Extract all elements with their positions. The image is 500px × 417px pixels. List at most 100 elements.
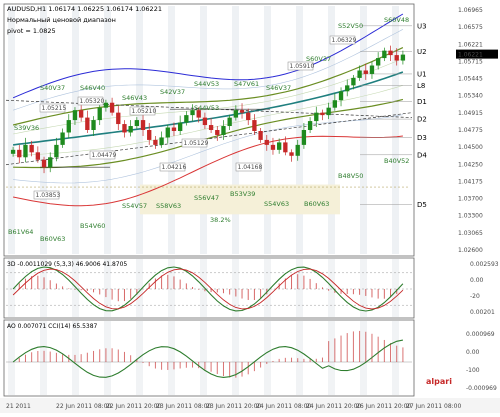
candle-body [338, 91, 344, 101]
candle-body [140, 120, 146, 130]
candle-body [10, 149, 16, 154]
ma-label: S42V37 [160, 88, 185, 96]
ma-label: S56V47 [194, 194, 219, 202]
candle-body [202, 117, 208, 126]
price-annotation: 1.05910 [290, 63, 315, 70]
candle-body [184, 115, 189, 123]
level-label: D3 [417, 134, 427, 142]
indicator2-label: AO 0.007071 CCI(14) 65.5387 [7, 323, 98, 330]
candle-body [307, 121, 313, 130]
time-tick: 23 Jun 2011 08:00 [156, 403, 211, 410]
session-column [8, 321, 15, 395]
ma-label: S58V63 [156, 202, 181, 210]
price-tick: 1.06221 [458, 41, 483, 48]
session-column [264, 321, 271, 395]
candle-body [264, 139, 269, 145]
ma-label: S40V37 [40, 84, 65, 92]
ma-label: S47V61 [234, 80, 259, 88]
candle-body [301, 130, 307, 145]
level-label: D4 [417, 151, 427, 159]
current-price-label: 1.06221 [458, 52, 483, 59]
ma-label: B54V60 [80, 222, 105, 230]
fib-label: 38.2% [210, 216, 231, 224]
time-tick: 26 Jun 2011 20:00 [356, 403, 411, 410]
level-label: U3 [417, 22, 427, 30]
ma-label: B53V39 [230, 190, 255, 198]
time-tick: 23 Jun 2011 20:00 [206, 403, 261, 410]
candle-body [97, 107, 102, 121]
session-column [168, 321, 175, 395]
candle-body [326, 107, 331, 116]
session-column [40, 321, 47, 395]
level-label: L8 [417, 82, 425, 90]
price-tick: 1.05715 [458, 58, 483, 65]
session-column [200, 259, 207, 317]
price-annotation: 1.03853 [36, 192, 61, 199]
candle-body [78, 110, 84, 118]
time-tick: 24 Jun 2011 20:00 [306, 403, 361, 410]
ma-label: S39V36 [14, 124, 39, 132]
candle-body [394, 55, 399, 61]
candle-body [295, 144, 300, 156]
candle-body [375, 58, 381, 66]
ma-label: B60V63 [304, 200, 329, 208]
price-tick: 1.03300 [458, 213, 483, 220]
candle-body [159, 137, 164, 145]
price-annotation: 1.05215 [42, 105, 67, 112]
candle-body [289, 152, 294, 156]
candle-body [320, 112, 325, 116]
ma-label: S52V50 [338, 22, 363, 30]
indicator2-tick: 0.000969 [466, 331, 495, 338]
candle-body [369, 65, 375, 74]
ma-label: B61V64 [8, 228, 33, 236]
session-column [296, 321, 303, 395]
header-range: Нормальный ценовой диапазон [7, 16, 116, 24]
session-column [40, 6, 47, 254]
candle-body [109, 102, 115, 113]
candle-body [351, 77, 356, 86]
price-annotation: 1.04479 [92, 152, 117, 159]
price-tick: 1.04175 [458, 178, 483, 185]
candle-body [41, 159, 47, 168]
time-tick: 21 2011 [6, 403, 31, 410]
candle-body [252, 120, 257, 131]
price-tick: 1.04915 [458, 110, 483, 117]
candle-body [388, 50, 393, 56]
level-label: U2 [417, 48, 427, 56]
session-column [232, 321, 239, 395]
level-label: U1 [417, 70, 427, 78]
session-column [264, 6, 271, 254]
level-label: D1 [417, 98, 427, 106]
candle-body [270, 144, 276, 150]
session-column [392, 6, 399, 254]
time-tick: 27 Jun 2011 08:00 [406, 403, 461, 410]
ma-label: S54V57 [122, 202, 147, 210]
candle-body [314, 112, 319, 122]
ma-label: S60V48 [384, 16, 409, 24]
indicator1-label: 3D -0.0011029 (5,3,3) 46.9006 41.8705 [7, 261, 127, 268]
candle-body [85, 117, 90, 130]
candle-body [134, 120, 140, 127]
candle-body [153, 139, 158, 145]
candle-body [17, 149, 22, 158]
indicator1-tick: 0.002593 [470, 261, 499, 268]
indicator2-panel [3, 319, 415, 397]
candle-body [400, 54, 406, 61]
price-tick: 1.04500 [458, 144, 483, 151]
candle-body [227, 117, 232, 127]
candle-body [128, 126, 133, 133]
candle-body [48, 157, 53, 168]
price-annotation: 1.04168 [238, 164, 263, 171]
price-tick: 1.03700 [458, 196, 483, 203]
indicator1-tick: -20 [470, 293, 480, 300]
chart-root: U3 U2 U1 L8 D1 D2 D3 D4 D5 1.06329 1.05910 1.05215… [0, 0, 500, 413]
session-column [200, 321, 207, 395]
candle-body [382, 50, 387, 59]
ma-label: S44V53 [194, 80, 219, 88]
price-tick: 1.05445 [458, 76, 483, 83]
price-annotation: 1.04216 [162, 164, 187, 171]
candle-body [147, 130, 152, 140]
ma-label: B48V50 [338, 172, 363, 180]
price-tick: 1.04250 [458, 161, 483, 168]
candle-body [246, 112, 251, 121]
